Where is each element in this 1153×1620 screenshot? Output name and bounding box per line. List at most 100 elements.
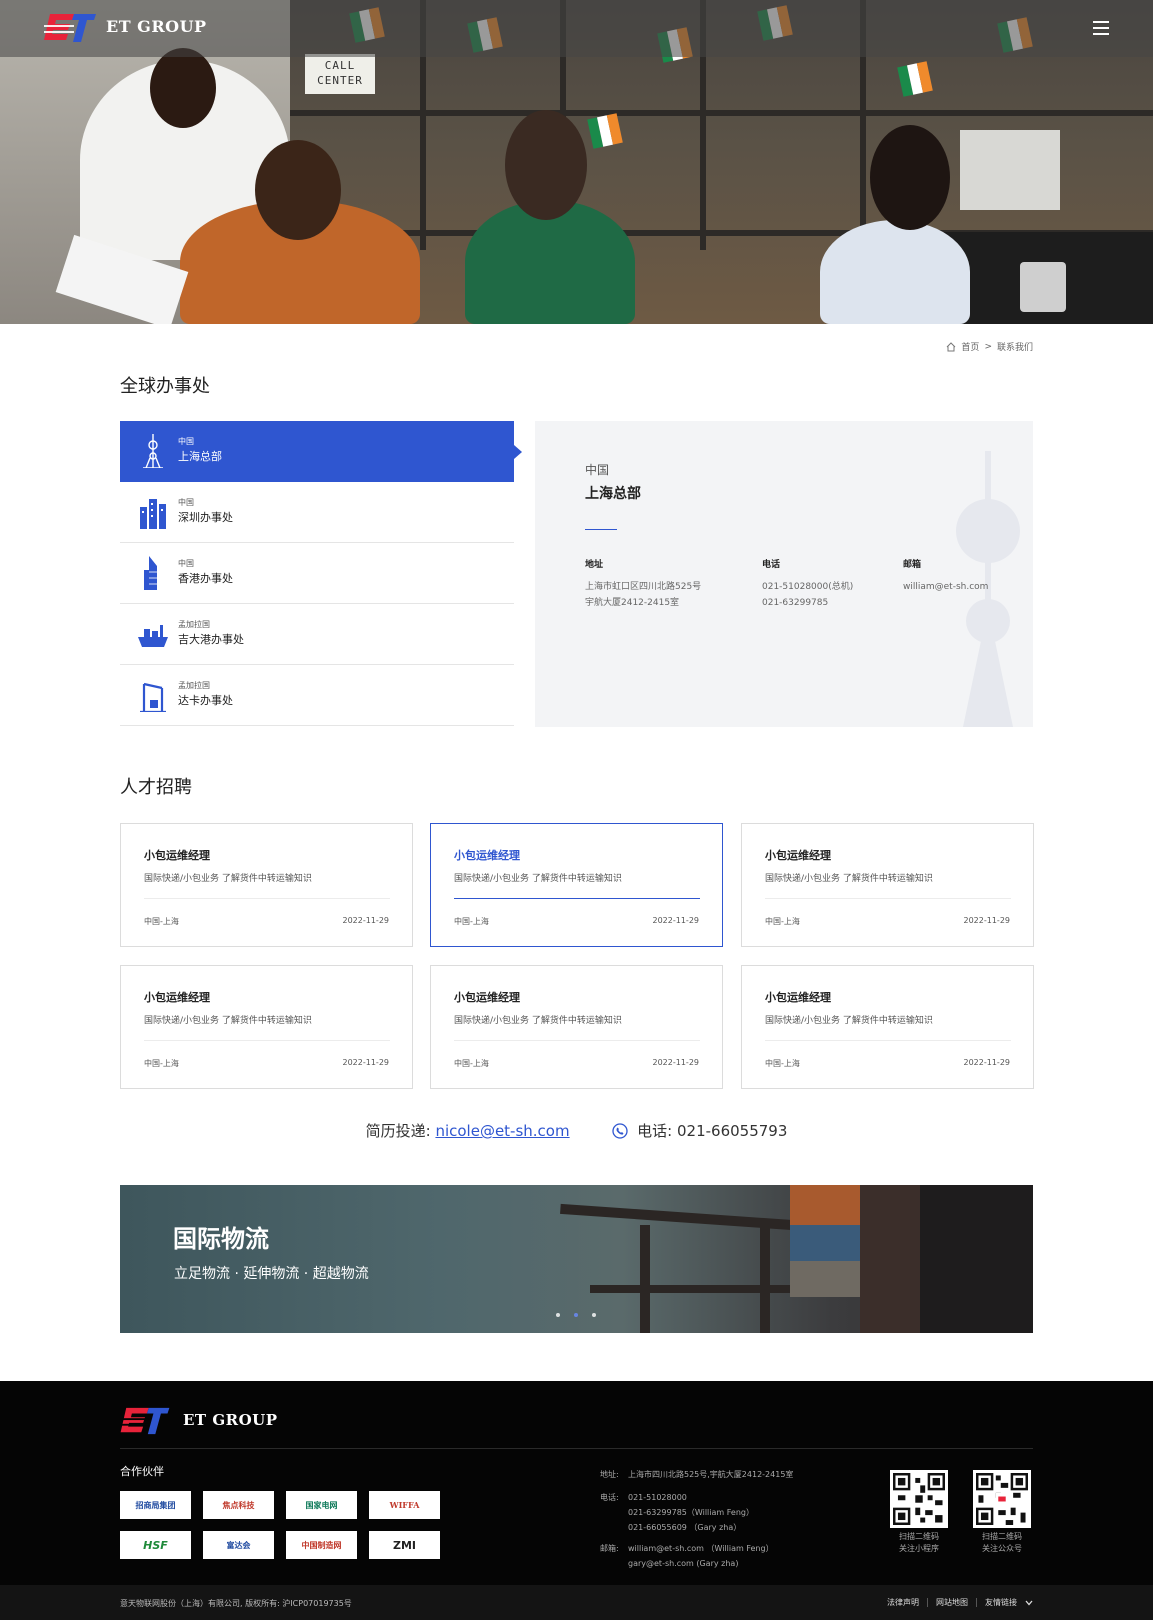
job-date: 2022-11-29 [342, 1058, 390, 1067]
job-date: 2022-11-29 [652, 1058, 700, 1067]
resume-contact: 简历投递: nicole@et-sh.com 电话: 021-66055793 [0, 1120, 1153, 1141]
qr-caption: 扫描二维码 关注小程序 [884, 1531, 954, 1555]
crane-leg [640, 1225, 650, 1333]
partner-logo[interactable]: 中国制造网 [286, 1531, 357, 1559]
office-country: 中国 [178, 498, 194, 507]
job-location: 中国-上海 [454, 917, 489, 926]
job-location: 中国-上海 [144, 1059, 179, 1068]
footer-bottom-bar: 意天物联网股份（上海）有限公司, 版权所有: 沪ICP07019735号 法律声… [0, 1585, 1153, 1620]
address-label: 地址: [600, 1470, 619, 1479]
footer-email[interactable]: gary@et-sh.com (Gary zha) [628, 1556, 738, 1571]
building-icon [144, 556, 157, 590]
crane-icon [140, 682, 166, 712]
home-icon [947, 341, 956, 351]
banner-subtitle: 立足物流 · 延伸物流 · 超越物流 [174, 1266, 369, 1282]
flag [587, 113, 623, 149]
et-logo[interactable] [44, 12, 96, 44]
partner-logo[interactable]: 富达会 [203, 1531, 274, 1559]
carousel-dot-active[interactable] [574, 1313, 578, 1317]
qr-code-miniprogram [890, 1470, 948, 1528]
footer-link-legal[interactable]: 法律声明 [887, 1597, 919, 1608]
office-item-shenzhen[interactable]: 中国 深圳办事处 [120, 482, 514, 543]
page: CALL CENTER ET GROUP 首页 > 联系我们 全球办事处 中国 … [0, 0, 1153, 1620]
job-location: 中国-上海 [765, 917, 800, 926]
shipping-container [790, 1185, 860, 1225]
office-country: 孟加拉国 [178, 620, 210, 629]
job-card[interactable]: 小包运维经理 国际快递/小包业务 了解货件中转运输知识 中国-上海 2022-1… [430, 965, 723, 1089]
breadcrumb-separator: > [984, 341, 992, 352]
job-divider [144, 898, 390, 899]
hamburger-menu-icon[interactable] [1093, 21, 1109, 35]
breadcrumb-home[interactable]: 首页 [961, 340, 979, 353]
job-location: 中国-上海 [765, 1059, 800, 1068]
job-divider [454, 1040, 700, 1041]
partner-logo[interactable]: 国家电网 [286, 1491, 357, 1519]
et-logo[interactable] [120, 1406, 170, 1436]
partner-logo[interactable]: ZMI [369, 1531, 440, 1559]
copyright: 意天物联网股份（上海）有限公司, 版权所有: 沪ICP07019735号 [120, 1599, 352, 1608]
job-divider [765, 898, 1011, 899]
office-name: 吉大港办事处 [178, 633, 244, 646]
person-head [150, 48, 216, 128]
job-card[interactable]: 小包运维经理 国际快递/小包业务 了解货件中转运输知识 中国-上海 2022-1… [741, 965, 1034, 1089]
job-desc: 国际快递/小包业务 了解货件中转运输知识 [454, 1016, 622, 1026]
person-seated-white [820, 220, 970, 324]
logistics-banner: 国际物流 立足物流 · 延伸物流 · 超越物流 [120, 1185, 1033, 1333]
partner-logo[interactable]: HSF [120, 1531, 191, 1559]
person-head [255, 140, 341, 240]
job-card[interactable]: 小包运维经理 国际快递/小包业务 了解货件中转运输知识 中国-上海 2022-1… [741, 823, 1034, 947]
job-desc: 国际快递/小包业务 了解货件中转运输知识 [144, 874, 312, 884]
job-desc: 国际快递/小包业务 了解货件中转运输知识 [765, 874, 933, 884]
person-head [870, 125, 950, 230]
office-detail-panel: 中国 上海总部 地址 上海市虹口区四川北路525号 宇航大厦2412-2415室… [535, 421, 1033, 727]
footer-link-friends[interactable]: 友情链接 [985, 1597, 1017, 1608]
job-card[interactable]: 小包运维经理 国际快递/小包业务 了解货件中转运输知识 中国-上海 2022-1… [120, 965, 413, 1089]
footer-divider [120, 1448, 1033, 1449]
office-name: 达卡办事处 [178, 694, 233, 707]
phone-label: 电话 [762, 560, 781, 570]
carousel-dot[interactable] [556, 1313, 560, 1317]
job-desc: 国际快递/小包业务 了解货件中转运输知识 [144, 1016, 312, 1026]
partner-logo[interactable]: 焦点科技 [203, 1491, 274, 1519]
office-item-dhaka[interactable]: 孟加拉国 达卡办事处 [120, 665, 514, 726]
office-name: 香港办事处 [178, 572, 233, 585]
job-card[interactable]: 小包运维经理 国际快递/小包业务 了解货件中转运输知识 中国-上海 2022-1… [430, 823, 723, 947]
person-head [505, 110, 587, 220]
email-label: 邮箱: [600, 1544, 619, 1553]
carousel-dot[interactable] [592, 1313, 596, 1317]
job-title: 小包运维经理 [765, 849, 831, 862]
shelf-beam [280, 110, 1153, 116]
footer-links: 法律声明 网站地图 友情链接 [887, 1597, 1033, 1608]
job-title: 小包运维经理 [454, 849, 520, 862]
email-value[interactable]: william@et-sh.com [903, 579, 988, 595]
footer-link-sitemap[interactable]: 网站地图 [936, 1597, 968, 1608]
qr-caption: 扫描二维码 关注公众号 [967, 1531, 1037, 1555]
shipping-container [790, 1261, 860, 1297]
job-date: 2022-11-29 [963, 1058, 1011, 1067]
job-title: 小包运维经理 [144, 849, 210, 862]
address-line: 宇航大厦2412-2415室 [585, 598, 680, 608]
email-label: 邮箱 [903, 560, 922, 570]
footer-phone: 021-51028000 [628, 1493, 687, 1502]
job-desc: 国际快递/小包业务 了解货件中转运输知识 [765, 1016, 933, 1026]
job-title: 小包运维经理 [454, 991, 520, 1004]
partner-logo[interactable]: 招商局集团 [120, 1491, 191, 1519]
office-item-chittagong[interactable]: 孟加拉国 吉大港办事处 [120, 604, 514, 665]
job-card[interactable]: 小包运维经理 国际快递/小包业务 了解货件中转运输知识 中国-上海 2022-1… [120, 823, 413, 947]
ship-hull [860, 1185, 920, 1333]
office-item-shanghai[interactable]: 中国 上海总部 [120, 421, 522, 482]
job-date: 2022-11-29 [963, 916, 1011, 925]
chevron-down-icon[interactable] [1025, 1600, 1033, 1606]
brand-name[interactable]: ET GROUP [106, 17, 207, 36]
detail-address: 地址 上海市虹口区四川北路525号 宇航大厦2412-2415室 [585, 557, 701, 611]
detail-phone: 电话 021-51028000(总机) 021-63299785 [762, 557, 853, 611]
job-date: 2022-11-29 [342, 916, 390, 925]
footer-email[interactable]: william@et-sh.com （William Feng） [628, 1541, 774, 1556]
resume-label: 简历投递: [365, 1122, 431, 1140]
partner-logo[interactable]: WIFFA [369, 1491, 440, 1519]
detail-country: 中国 [585, 463, 610, 477]
resume-email-link[interactable]: nicole@et-sh.com [435, 1122, 569, 1140]
footer-brand: ET GROUP [183, 1411, 278, 1429]
office-item-hongkong[interactable]: 中国 香港办事处 [120, 543, 514, 604]
job-divider [144, 1040, 390, 1041]
